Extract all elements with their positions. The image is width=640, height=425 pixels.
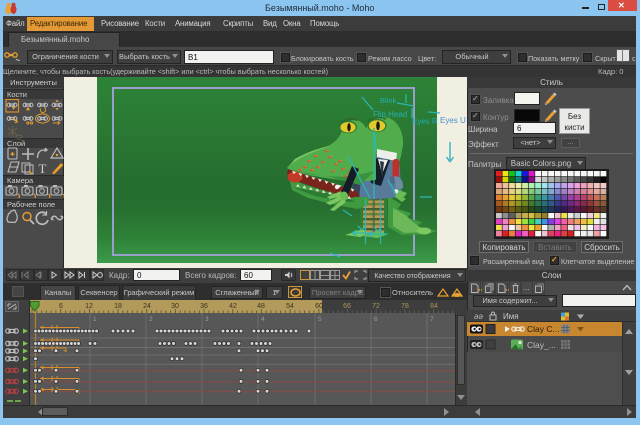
svg-text:əə: əə xyxy=(474,312,483,321)
svg-text:54: 54 xyxy=(286,303,294,310)
svg-text:Clay C...: Clay C... xyxy=(527,324,560,334)
svg-text:48: 48 xyxy=(257,303,265,310)
svg-text:36: 36 xyxy=(200,303,208,310)
svg-text:78: 78 xyxy=(401,303,409,310)
svg-text:Clay_...: Clay_... xyxy=(527,340,556,350)
svg-text:84: 84 xyxy=(430,303,438,310)
svg-text:24: 24 xyxy=(143,303,151,310)
svg-text:1: 1 xyxy=(93,316,97,323)
svg-text:72: 72 xyxy=(372,303,380,310)
svg-text:7: 7 xyxy=(430,316,434,323)
svg-text:5: 5 xyxy=(318,316,322,323)
svg-text:18: 18 xyxy=(114,303,122,310)
svg-text:6: 6 xyxy=(374,316,378,323)
svg-text:Имя: Имя xyxy=(503,312,519,321)
svg-text:30: 30 xyxy=(171,303,179,310)
svg-text:12: 12 xyxy=(85,303,93,310)
svg-text:2: 2 xyxy=(149,316,153,323)
svg-text:66: 66 xyxy=(343,303,351,310)
svg-text:4: 4 xyxy=(261,316,265,323)
svg-text:T: T xyxy=(39,161,47,176)
svg-text:...: ... xyxy=(523,283,530,292)
svg-text:6: 6 xyxy=(59,303,63,310)
svg-text:3: 3 xyxy=(205,316,209,323)
svg-text:60: 60 xyxy=(315,303,323,310)
svg-text:42: 42 xyxy=(229,303,237,310)
